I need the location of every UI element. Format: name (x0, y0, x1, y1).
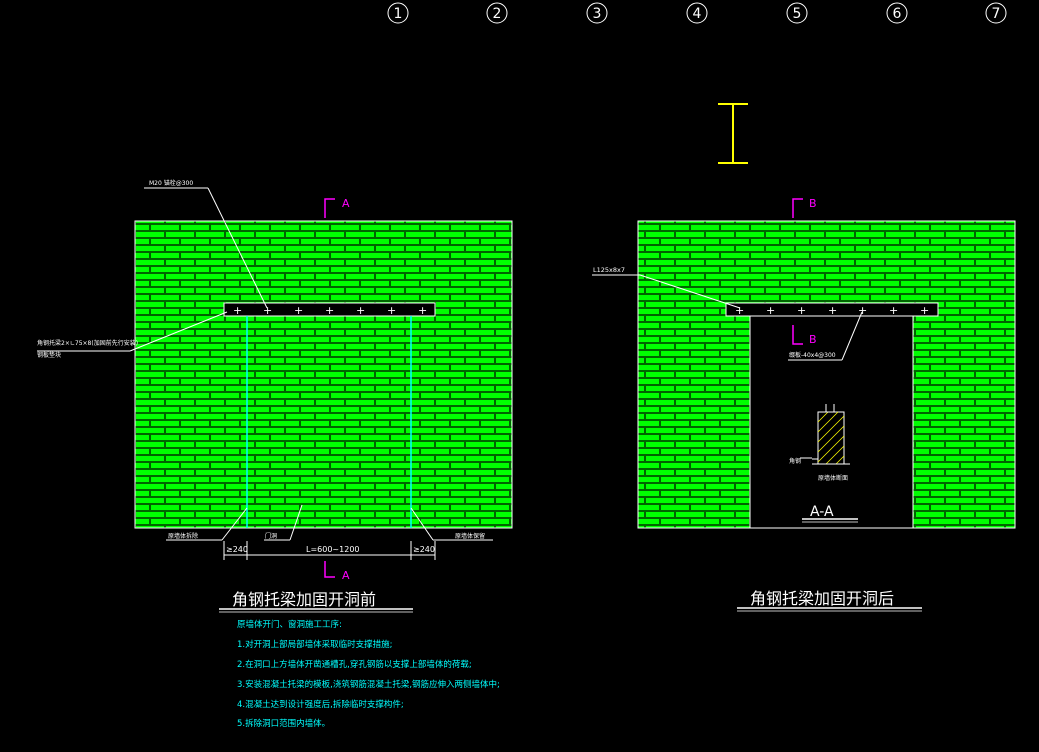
note-item: 2.在洞口上方墙体开凿通槽孔,穿孔钢筋以支撑上部墙体的荷载; (237, 659, 472, 670)
note-item: 5.拆除洞口范围内墙体。 (237, 718, 330, 729)
svg-text:+: + (797, 304, 806, 317)
cad-drawing: 1 2 3 4 5 6 7 + + + + + + + A A M20 锚栓@3… (37, 2, 1016, 729)
svg-text:L125x8x7: L125x8x7 (593, 266, 625, 274)
svg-text:+: + (356, 304, 365, 317)
svg-text:A: A (342, 569, 350, 582)
notes-heading: 原墙体开门、窗洞施工工序: (237, 619, 342, 630)
svg-text:+: + (418, 304, 427, 317)
note-keep: 原墙体保留 (455, 532, 485, 540)
section-title: A-A (810, 504, 834, 520)
svg-text:+: + (263, 304, 272, 317)
svg-text:+: + (387, 304, 396, 317)
svg-text:5: 5 (793, 6, 802, 22)
svg-text:+: + (858, 304, 867, 317)
axis-bubble: 3 (586, 2, 608, 24)
axis-bubble: 4 (686, 2, 708, 24)
section-mark-top-left: A (324, 197, 350, 218)
axis-bubble: 5 (786, 2, 808, 24)
section-mark-bottom-left: A (324, 561, 350, 582)
axis-bubble: 6 (886, 2, 908, 24)
svg-text:+: + (735, 304, 744, 317)
note-door: 门洞 (265, 532, 277, 540)
dim-right: ≥240 (413, 545, 435, 554)
svg-text:4: 4 (693, 6, 702, 22)
svg-text:6: 6 (893, 6, 902, 22)
axis-bubble: 7 (985, 2, 1007, 24)
door-opening (749, 315, 914, 529)
svg-text:原墙体断面: 原墙体断面 (818, 474, 848, 482)
svg-text:3: 3 (593, 6, 602, 22)
left-view-title: 角钢托梁加固开洞前 (232, 590, 376, 609)
svg-text:M20 锚栓@300: M20 锚栓@300 (149, 179, 193, 187)
svg-text:A: A (342, 197, 350, 210)
dim-mid: L=600~1200 (306, 545, 360, 554)
svg-text:+: + (889, 304, 898, 317)
svg-text:+: + (828, 304, 837, 317)
svg-text:+: + (233, 304, 242, 317)
right-view-title: 角钢托梁加固开洞后 (750, 589, 894, 608)
axis-markers: 1 2 3 4 5 6 7 (387, 2, 1007, 24)
svg-text:缀板-40x4@300: 缀板-40x4@300 (789, 351, 836, 359)
note-remove: 原墙体拆除 (168, 532, 198, 540)
svg-text:角钢: 角钢 (789, 457, 801, 465)
axis-bubble: 1 (387, 2, 409, 24)
svg-text:+: + (325, 304, 334, 317)
svg-text:2: 2 (493, 6, 502, 22)
i-beam-icon (718, 103, 748, 164)
section-mark-top-right: B (792, 197, 817, 218)
svg-text:B: B (809, 333, 817, 346)
svg-text:+: + (920, 304, 929, 317)
svg-text:角钢托梁2×∟75×8(加固前先行安装): 角钢托梁2×∟75×8(加固前先行安装) (37, 339, 138, 347)
svg-text:+: + (294, 304, 303, 317)
note-item: 3.安装混凝土托梁的模板,浇筑钢筋混凝土托梁,钢筋应伸入两侧墙体中; (237, 679, 500, 690)
svg-text:7: 7 (992, 6, 1001, 22)
note-item: 1.对开洞上部局部墙体采取临时支撑措施; (237, 639, 392, 650)
svg-text:+: + (766, 304, 775, 317)
svg-text:B: B (809, 197, 817, 210)
svg-text:1: 1 (394, 6, 403, 22)
axis-bubble: 2 (486, 2, 508, 24)
construction-notes: 原墙体开门、窗洞施工工序: 1.对开洞上部局部墙体采取临时支撑措施; 2.在洞口… (237, 619, 500, 729)
dim-left: ≥240 (226, 545, 248, 554)
svg-text:钢板垫块: 钢板垫块 (37, 351, 61, 359)
left-wall-elevation: + + + + + + + (134, 220, 513, 529)
note-item: 4.混凝土达到设计强度后,拆除临时支撑构件; (237, 699, 404, 710)
